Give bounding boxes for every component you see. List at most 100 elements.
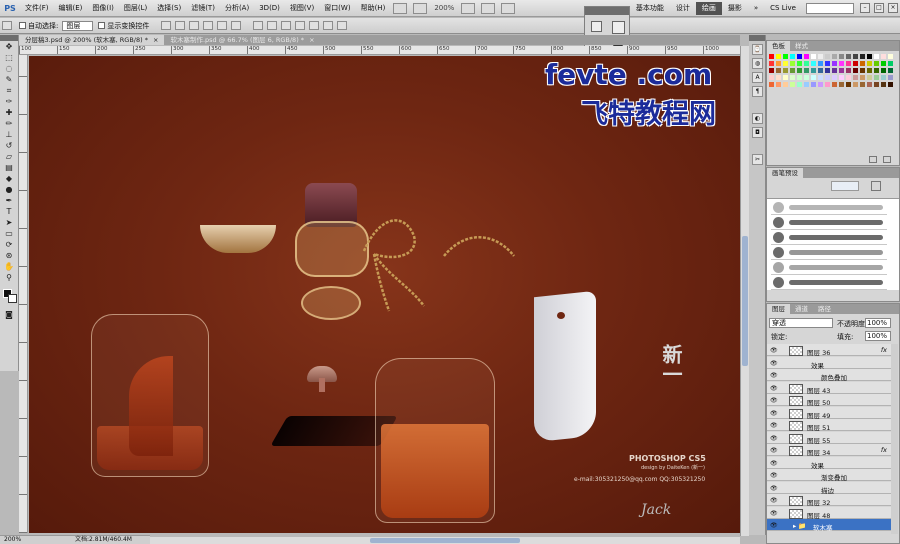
color-swatch[interactable] [818,82,823,87]
horizontal-scroll-thumb[interactable] [370,538,520,543]
layer-group-row[interactable]: 👁 ▸ 📁 软木塞 [767,519,891,532]
distribute-right-icon[interactable] [323,21,334,30]
tab-document-2[interactable]: 软木塞制作.psd @ 66.7% (图层 6, RGB/8) * × [164,35,320,45]
workspace-painting[interactable]: 绘画 [695,1,722,15]
hand-tool-icon[interactable]: ✋ [3,262,15,272]
layer-thumbnail[interactable] [789,433,803,444]
color-swatch[interactable] [769,75,774,80]
background-color[interactable] [8,294,17,303]
color-swatch[interactable] [804,54,809,59]
view-extras-icon[interactable] [413,2,428,14]
color-swatch[interactable] [832,54,837,59]
launch-bridge-icon[interactable] [393,2,408,14]
auto-align-icon[interactable] [337,21,348,30]
layer-thumbnail[interactable] [789,446,803,456]
brush-size-input[interactable] [831,181,859,191]
layer-row[interactable]: 👁 图层 36 fx [767,344,891,357]
layer-row[interactable]: 👁 图层 34 fx [767,444,891,457]
color-swatch[interactable] [867,54,872,59]
workspace-more-icon[interactable]: » [748,4,764,12]
color-swatch[interactable] [790,61,795,66]
layer-effects-icon[interactable]: fx [881,446,887,454]
color-swatch[interactable] [825,82,830,87]
color-swatch[interactable] [846,68,851,73]
color-swatch[interactable] [888,61,893,66]
shape-tool-icon[interactable]: ▭ [3,229,15,239]
color-swatch[interactable] [846,75,851,80]
character-panel-icon[interactable]: A [752,72,763,83]
color-swatch[interactable] [839,61,844,66]
tab-brush-presets[interactable]: 画笔预设 [767,168,803,178]
fill-input[interactable]: 100% [865,331,891,341]
help-search-input[interactable] [806,2,854,14]
color-swatch[interactable] [804,82,809,87]
minimize-icon[interactable]: – [860,3,870,13]
color-swatch[interactable] [832,61,837,66]
distribute-bottom-icon[interactable] [281,21,292,30]
color-swatch[interactable] [797,82,802,87]
color-swatch[interactable] [783,54,788,59]
visibility-eye-icon[interactable]: 👁 [770,485,778,492]
tab-styles[interactable]: 样式 [790,41,813,51]
puppet-tool-icon[interactable] [591,21,602,32]
folder-icon[interactable]: ▸ 📁 [793,522,806,530]
color-swatch[interactable] [839,54,844,59]
color-swatch[interactable] [818,68,823,73]
brush-preset[interactable] [771,276,887,290]
brush-preset[interactable] [771,216,887,230]
layer-row[interactable]: 👁 图层 49 [767,406,891,420]
color-swatch[interactable] [853,75,858,80]
layer-row[interactable]: 👁 图层 43 [767,381,891,395]
color-swatch[interactable] [867,75,872,80]
color-swatch[interactable] [853,82,858,87]
vertical-scroll-thumb[interactable] [742,236,748,366]
masks-panel-icon[interactable]: ◘ [752,127,763,138]
menu-file[interactable]: 文件(F) [20,3,54,13]
color-swatch[interactable] [860,54,865,59]
distribute-vcenter-icon[interactable] [267,21,278,30]
visibility-eye-icon[interactable]: 👁 [770,472,778,479]
menu-view[interactable]: 视图(V) [285,3,319,13]
color-swatch[interactable] [860,82,865,87]
color-swatch[interactable] [769,54,774,59]
align-top-icon[interactable] [161,21,172,30]
pen-tool-icon[interactable]: ✒ [3,196,15,206]
visibility-eye-icon[interactable]: 👁 [770,397,778,404]
layer-row[interactable]: 👁 图层 51 [767,419,891,432]
layer-thumbnail[interactable] [789,346,803,356]
auto-select-checkbox[interactable] [19,22,26,29]
crop-tool-icon[interactable]: ⌗ [3,86,15,96]
align-bottom-icon[interactable] [189,21,200,30]
color-swatch[interactable] [804,61,809,66]
color-swatch[interactable] [888,68,893,73]
color-swatch[interactable] [846,61,851,66]
zoom-level[interactable]: 200% [430,4,458,12]
color-swatch[interactable] [860,75,865,80]
color-swatch[interactable] [846,82,851,87]
type-tool-icon[interactable]: T [3,207,15,217]
arrange-documents-icon[interactable] [481,2,496,14]
clone-stamp-icon[interactable]: ⊥ [3,130,15,140]
opacity-input[interactable]: 100% [865,318,891,328]
align-left-icon[interactable] [203,21,214,30]
color-swatch[interactable] [853,54,858,59]
color-swatch[interactable] [825,75,830,80]
color-panel-icon[interactable]: ◍ [752,58,763,69]
color-swatch[interactable] [776,68,781,73]
layer-thumbnail[interactable] [789,421,803,431]
color-swatch[interactable] [818,54,823,59]
3d-camera-icon[interactable]: ⊛ [3,251,15,261]
color-swatch[interactable] [888,54,893,59]
delete-swatch-icon[interactable] [883,156,891,163]
align-right-icon[interactable] [231,21,242,30]
tab-paths[interactable]: 路径 [813,304,836,314]
color-swatch[interactable] [881,75,886,80]
visibility-eye-icon[interactable]: 👁 [770,510,778,517]
color-swatch[interactable] [790,75,795,80]
close-icon[interactable]: × [309,36,314,44]
distribute-hcenter-icon[interactable] [309,21,320,30]
color-swatch[interactable] [874,68,879,73]
color-swatch[interactable] [825,54,830,59]
color-swatch[interactable] [846,54,851,59]
move-tool-icon[interactable]: ✥ [3,42,15,52]
